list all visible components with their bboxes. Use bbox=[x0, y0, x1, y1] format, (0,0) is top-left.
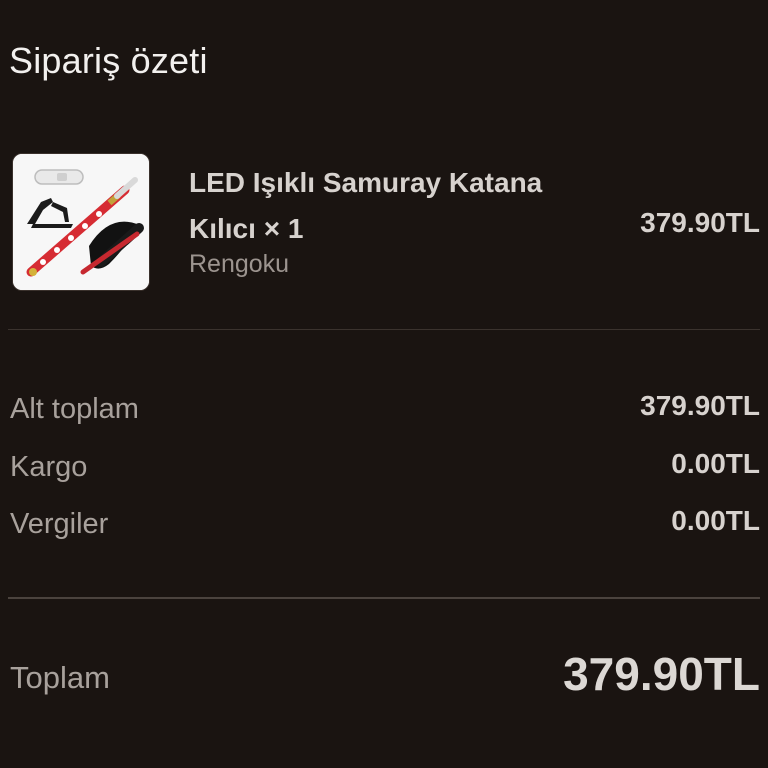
order-summary-title: Sipariş özeti bbox=[9, 40, 208, 81]
shipping-label: Kargo bbox=[10, 451, 88, 483]
subtotal-value: 379.90TL bbox=[640, 390, 760, 421]
total-value: 379.90TL bbox=[563, 648, 760, 700]
divider bbox=[8, 329, 760, 330]
katana-product-image bbox=[13, 154, 149, 290]
product-name: LED Işıklı Samuray Katana Kılıcı × 1 bbox=[189, 167, 543, 244]
divider bbox=[8, 597, 760, 599]
taxes-label: Vergiler bbox=[10, 508, 109, 540]
product-price: 379.90TL bbox=[640, 207, 760, 238]
taxes-value: 0.00TL bbox=[671, 505, 760, 536]
subtotal-label: Alt toplam bbox=[10, 393, 139, 425]
product-thumbnail bbox=[12, 153, 150, 291]
total-label: Toplam bbox=[10, 660, 110, 695]
shipping-value: 0.00TL bbox=[671, 448, 760, 479]
product-variant: Rengoku bbox=[189, 250, 290, 278]
